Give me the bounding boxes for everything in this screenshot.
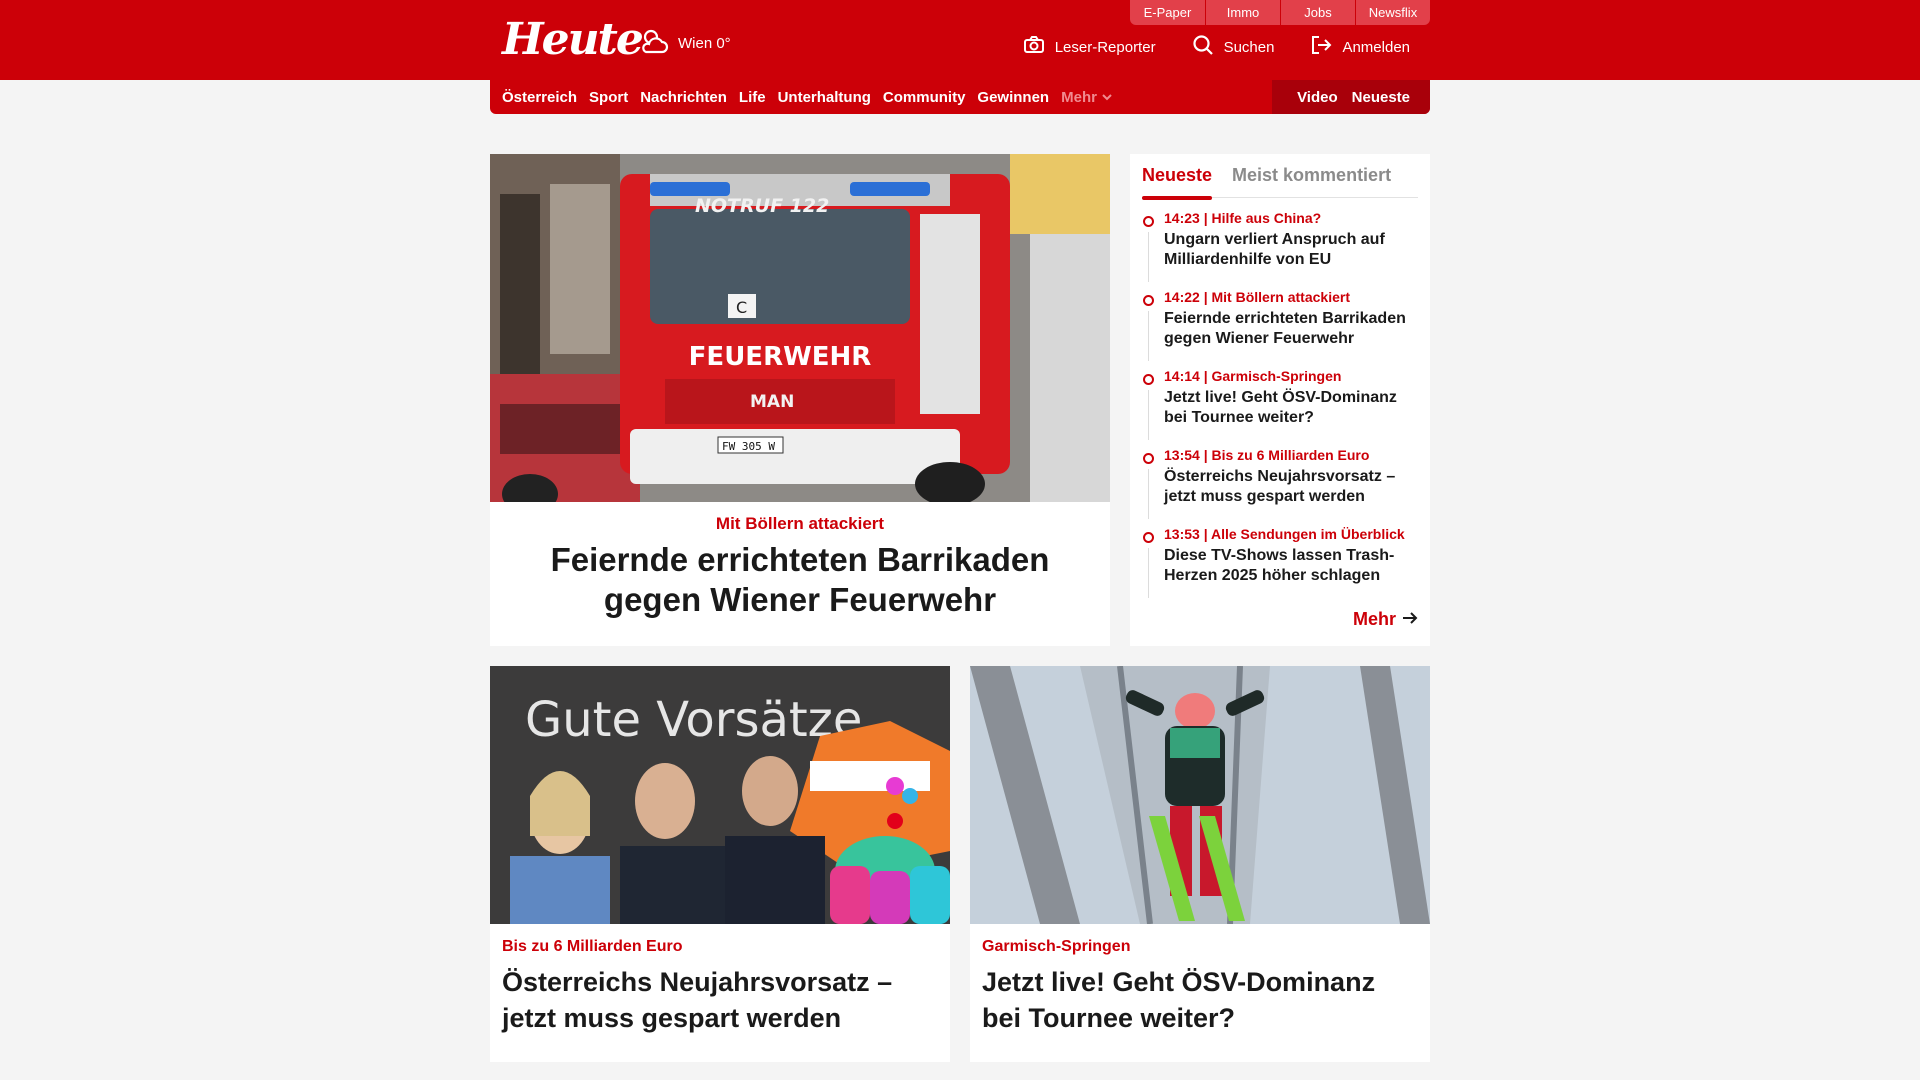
chevron-down-icon [1101, 89, 1113, 106]
link-jobs[interactable]: Jobs [1280, 0, 1355, 25]
nav-item-gewinnen[interactable]: Gewinnen [977, 89, 1049, 106]
news-meta: 14:14 | Garmisch-Springen [1164, 368, 1342, 384]
arrow-right-icon [1402, 609, 1418, 630]
news-title[interactable]: Österreichs Neujahrsvorsatz – jetzt muss… [1164, 467, 1418, 507]
nav-item-neueste[interactable]: Neueste [1352, 89, 1410, 106]
truck-plate-text: FW 305 W [722, 440, 775, 453]
link-immo[interactable]: Immo [1205, 0, 1280, 25]
article-card-sparpaket[interactable]: Gute Vorsätze Bis zu 6 Milliarden Euro Ö… [490, 666, 950, 1062]
search-button[interactable]: Suchen [1192, 34, 1275, 60]
search-label: Suchen [1223, 38, 1275, 56]
sidebar-tabs: Neueste Meist kommentiert [1142, 154, 1418, 200]
login-label: Anmelden [1342, 38, 1410, 56]
card-title[interactable]: Österreichs Neujahrsvorsatz – jetzt muss… [502, 964, 938, 1036]
weather-widget[interactable]: Wien 0° [638, 26, 731, 60]
news-title[interactable]: Jetzt live! Geht ÖSV-Dominanz bei Tourne… [1164, 388, 1418, 428]
hero-kicker: Mit Böllern attackiert [715, 514, 885, 533]
news-meta: 14:23 | Hilfe aus China? [1164, 210, 1322, 226]
list-item[interactable]: 13:53 | Alle Sendungen im Überblick Dies… [1142, 526, 1418, 605]
hero-title[interactable]: Feiernde errichteten Barrikaden gegen Wi… [490, 540, 1110, 620]
latest-news-sidebar: Neueste Meist kommentiert 14:23 | Hilfe … [1130, 154, 1430, 646]
nav-item-life[interactable]: Life [739, 89, 766, 106]
timeline-line [1148, 548, 1149, 598]
timeline-dot-icon [1143, 532, 1154, 543]
login-icon [1310, 34, 1332, 60]
list-item[interactable]: 14:22 | Mit Böllern attackiert Feiernde … [1142, 289, 1418, 368]
nav-item-sport[interactable]: Sport [589, 89, 628, 106]
news-meta: 13:54 | Bis zu 6 Milliarden Euro [1164, 447, 1370, 463]
active-tab-indicator [1142, 196, 1212, 200]
top-header: Heute Wien 0° E-Paper Immo Jobs Newsflix [0, 0, 1920, 80]
list-item[interactable]: 14:14 | Garmisch-Springen Jetzt live! Ge… [1142, 368, 1418, 447]
sidebar-more-link[interactable]: Mehr [1353, 609, 1418, 630]
news-title[interactable]: Ungarn verliert Anspruch auf Milliardenh… [1164, 230, 1418, 270]
card-title[interactable]: Jetzt live! Geht ÖSV-Dominanz bei Tourne… [982, 964, 1418, 1036]
timeline-dot-icon [1143, 216, 1154, 227]
timeline-dot-icon [1143, 295, 1154, 306]
timeline-line [1148, 232, 1149, 282]
truck-brand-text: MAN [750, 392, 794, 412]
nav-more-dropdown[interactable]: Mehr [1061, 89, 1113, 106]
truck-sign-text: C [736, 298, 747, 317]
tab-neueste[interactable]: Neueste [1142, 165, 1212, 186]
news-title[interactable]: Feiernde errichteten Barrikaden gegen Wi… [1164, 309, 1418, 349]
list-item[interactable]: 14:23 | Hilfe aus China? Ungarn verliert… [1142, 210, 1418, 289]
timeline-dot-icon [1143, 453, 1154, 464]
nav-item-nachrichten[interactable]: Nachrichten [640, 89, 727, 106]
search-icon [1192, 34, 1214, 60]
news-title[interactable]: Diese TV-Shows lassen Trash-Herzen 2025 … [1164, 546, 1418, 586]
link-epaper[interactable]: E-Paper [1130, 0, 1205, 25]
news-meta: 14:22 | Mit Böllern attackiert [1164, 289, 1350, 305]
nav-item-video[interactable]: Video [1297, 89, 1338, 106]
nav-more-label: Mehr [1061, 88, 1097, 106]
timeline-line [1148, 311, 1149, 361]
article-card-skispringen[interactable]: Garmisch-Springen Jetzt live! Geht ÖSV-D… [970, 666, 1430, 1062]
card-kicker: Bis zu 6 Milliarden Euro [502, 938, 683, 955]
sidebar-more-label: Mehr [1352, 609, 1396, 629]
leser-reporter-button[interactable]: Leser-Reporter [1023, 34, 1156, 60]
login-button[interactable]: Anmelden [1310, 34, 1410, 60]
leser-reporter-label: Leser-Reporter [1054, 38, 1156, 56]
tab-meist-kommentiert[interactable]: Meist kommentiert [1232, 165, 1391, 186]
nav-item-community[interactable]: Community [883, 89, 966, 106]
nav-right-group: Video Neueste [1272, 80, 1430, 114]
timeline-line [1148, 469, 1149, 519]
nav-item-oesterreich[interactable]: Österreich [502, 89, 577, 106]
timeline-line [1148, 390, 1149, 440]
news-list: 14:23 | Hilfe aus China? Ungarn verliert… [1142, 210, 1418, 605]
link-newsflix[interactable]: Newsflix [1355, 0, 1430, 25]
camera-icon [1023, 35, 1045, 59]
header-actions: Leser-Reporter Suchen Anmelden [1023, 34, 1410, 60]
truck-feuerwehr-text: FEUERWEHR [689, 342, 872, 372]
news-meta: 13:53 | Alle Sendungen im Überblick [1164, 526, 1405, 542]
card-image-sparpaket[interactable]: Gute Vorsätze [490, 666, 950, 924]
truck-top-text: NOTRUF 122 [695, 195, 829, 217]
card-image-skispringen[interactable] [970, 666, 1430, 924]
nav-item-unterhaltung[interactable]: Unterhaltung [778, 89, 871, 106]
weather-label: Wien 0° [678, 34, 731, 52]
main-nav: Österreich Sport Nachrichten Life Unterh… [490, 80, 1430, 114]
chalk-text: Gute Vorsätze [525, 692, 862, 748]
card-kicker: Garmisch-Springen [982, 938, 1131, 955]
list-item[interactable]: 13:54 | Bis zu 6 Milliarden Euro Österre… [1142, 447, 1418, 526]
hero-article[interactable]: NOTRUF 122 C FEUERWEHR MAN FW 305 W Mit … [490, 154, 1110, 646]
site-logo[interactable]: Heute [502, 14, 644, 65]
hero-image[interactable]: NOTRUF 122 C FEUERWEHR MAN FW 305 W [490, 154, 1110, 502]
timeline-dot-icon [1143, 374, 1154, 385]
service-links: E-Paper Immo Jobs Newsflix [1130, 0, 1430, 25]
cloud-sun-icon [638, 26, 670, 60]
